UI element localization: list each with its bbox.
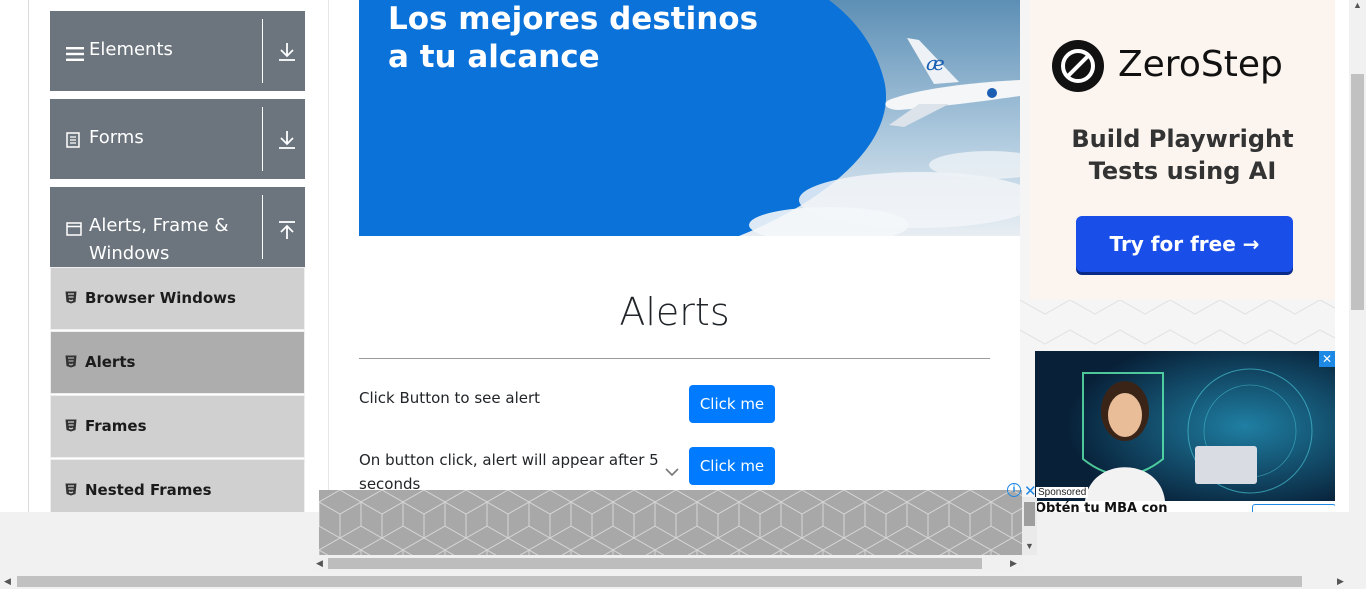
sidebar-group-label: Elements <box>89 39 173 60</box>
html5-icon <box>65 482 77 500</box>
zerostep-tagline-line1: Build Playwright <box>1071 125 1294 153</box>
title-divider <box>359 358 990 359</box>
alert-button[interactable]: Click me <box>689 385 775 423</box>
try-for-free-button[interactable]: Try for free → <box>1076 216 1293 272</box>
html5-icon <box>65 354 77 372</box>
scroll-left-arrow-icon[interactable]: ◀ <box>316 558 323 569</box>
document-icon <box>66 132 80 153</box>
page-vertical-scroll-thumb[interactable] <box>1351 74 1364 310</box>
mba-ad-caption-text: Obtén tu MBA con <box>1035 501 1168 512</box>
sidebar-item-label: Browser Windows <box>85 289 236 307</box>
group-divider <box>262 107 263 171</box>
hamburger-icon <box>66 45 84 66</box>
sponsored-label: Sponsored <box>1036 487 1089 498</box>
zerostep-ad[interactable]: ZeroStep Build Playwright Tests using AI… <box>1030 0 1335 300</box>
sidebar-group-elements[interactable]: Elements <box>50 11 305 91</box>
group-divider <box>262 19 263 83</box>
mba-ad-button[interactable] <box>1252 504 1335 512</box>
html5-icon <box>65 290 77 308</box>
sidebar-group-alerts-frame-windows[interactable]: Alerts, Frame & Windows <box>50 187 305 267</box>
sidebar-group-label: Alerts, Frame & <box>89 215 229 236</box>
page-horizontal-scroll-thumb[interactable] <box>17 576 1302 587</box>
zerostep-tagline-line2: Tests using AI <box>1088 157 1277 185</box>
alert-row-label: Click Button to see alert <box>359 389 541 407</box>
sidebar-right-border <box>328 0 329 512</box>
sidebar-group-label-line2: Windows <box>89 243 170 264</box>
sidebar-item-alerts[interactable]: Alerts <box>50 331 305 394</box>
zerostep-tagline: Build Playwright Tests using AI <box>1030 123 1335 187</box>
scroll-right-arrow-icon[interactable]: ▶ <box>1337 576 1344 587</box>
zerostep-brand: ZeroStep <box>1118 44 1283 85</box>
scroll-up-arrow-icon[interactable]: ▲ <box>1353 0 1362 10</box>
chevron-down-icon[interactable] <box>664 466 680 478</box>
airline-logo: æ <box>926 51 945 75</box>
zerostep-logo-icon <box>1052 40 1104 92</box>
mba-ad[interactable] <box>1035 351 1335 501</box>
banner-headline-line1: Los mejores destinos <box>388 1 759 37</box>
mba-ad-image <box>1035 351 1335 501</box>
bottom-ad-frame[interactable] <box>319 490 1022 555</box>
sidebar-item-browser-windows[interactable]: Browser Windows <box>50 267 305 330</box>
banner-ad[interactable]: æ Los mejores destinos a tu alcance <box>359 0 1020 236</box>
sidebar-item-frames[interactable]: Frames <box>50 395 305 458</box>
window-icon <box>66 220 82 241</box>
ad-vertical-scroll-thumb[interactable] <box>1024 502 1035 526</box>
sidebar-item-label: Alerts <box>85 353 136 371</box>
scroll-left-arrow-icon[interactable]: ◀ <box>4 576 11 587</box>
upload-arrow-icon[interactable] <box>278 220 296 240</box>
mba-ad-caption: Obtén tu MBA con <box>1035 501 1335 512</box>
group-divider <box>262 195 263 259</box>
hex-pattern-ad-image <box>319 490 1022 555</box>
download-arrow-icon[interactable] <box>278 130 296 150</box>
banner-headline-line2: a tu alcance <box>388 39 600 75</box>
sidebar-group-forms[interactable]: Forms <box>50 99 305 179</box>
sidebar-group-label: Forms <box>89 127 144 148</box>
ad-horizontal-scroll-thumb[interactable] <box>328 558 982 569</box>
html5-icon <box>65 418 77 436</box>
ad-info-icon[interactable]: i <box>1007 483 1021 497</box>
page-title: Alerts <box>619 290 730 334</box>
download-arrow-icon[interactable] <box>278 42 296 62</box>
close-icon[interactable]: ✕ <box>1319 351 1335 367</box>
timer-alert-button[interactable]: Click me <box>689 447 775 485</box>
scroll-down-arrow-icon[interactable]: ▼ <box>1025 541 1034 551</box>
sidebar-item-label: Nested Frames <box>85 481 212 499</box>
sidebar-left-border <box>28 0 29 512</box>
timer-alert-row-label: On button click, alert will appear after… <box>359 451 659 493</box>
sidebar-item-label: Frames <box>85 417 147 435</box>
banner-headline: Los mejores destinos a tu alcance <box>388 0 758 76</box>
scroll-right-arrow-icon[interactable]: ▶ <box>1010 558 1017 569</box>
